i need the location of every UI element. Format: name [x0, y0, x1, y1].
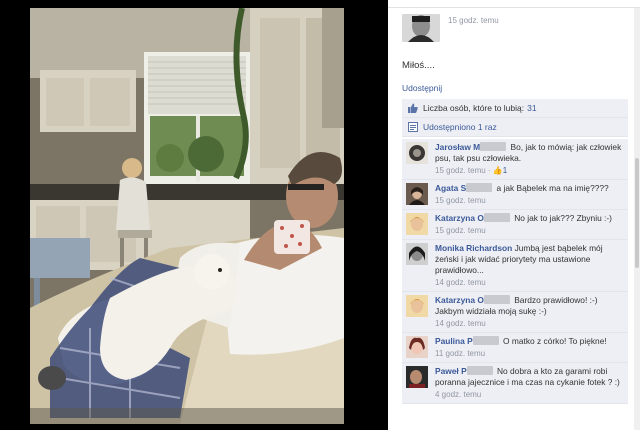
comment-author[interactable]: Katarzyna O [435, 213, 484, 223]
commenter-avatar[interactable] [406, 366, 428, 388]
comment-author[interactable]: Paulina P [435, 336, 473, 346]
likes-summary-row[interactable]: Liczba osób, które to lubią: 31 [402, 99, 628, 118]
comment-meta: 15 godz. temu · 👍1 [435, 166, 508, 175]
comment-item: Katarzyna O No jak to jak??? Zbyniu :-) … [402, 210, 628, 240]
comment-text: No jak to jak??? Zbyniu :-) [514, 213, 612, 223]
redacted-name [483, 295, 510, 304]
share-icon [408, 122, 418, 132]
comment-author[interactable]: Paweł P [435, 366, 467, 376]
shares-link[interactable]: Udostępniono 1 raz [423, 122, 497, 132]
comment-author[interactable]: Katarzyna O [435, 295, 484, 305]
comment-text: a jak Bąbelek ma na imię???? [496, 183, 609, 193]
comment-time[interactable]: 15 godz. temu [435, 166, 486, 175]
thumbs-up-icon [408, 103, 418, 113]
comment-item: Paulina P O matko z córko! To piękne! 11… [402, 333, 628, 363]
comment-item: Paweł P No dobra a kto za garami robi po… [402, 363, 628, 404]
redacted-name [466, 183, 493, 192]
comment-time[interactable]: 4 godz. temu [435, 390, 481, 399]
comment-time[interactable]: 15 godz. temu [435, 226, 486, 235]
commenter-avatar[interactable] [406, 183, 428, 205]
redacted-name [480, 142, 507, 151]
shares-summary-row[interactable]: Udostępniono 1 raz [402, 118, 628, 137]
commenter-avatar[interactable] [406, 336, 428, 358]
panel-scrollbar[interactable] [634, 8, 640, 430]
comment-author[interactable]: Agata S [435, 183, 466, 193]
owner-post-time[interactable]: 15 godz. temu [448, 16, 499, 25]
owner-avatar[interactable] [402, 14, 440, 42]
commenter-avatar[interactable] [406, 213, 428, 235]
post-caption: Miłoś.... [402, 60, 435, 71]
post-photo[interactable] [30, 8, 344, 424]
comment-time[interactable]: 14 godz. temu [435, 278, 486, 287]
ufi-summary: Liczba osób, które to lubią: 31 Udostępn… [402, 99, 628, 137]
comment-meta: 15 godz. temu [435, 195, 623, 206]
comment-meta: 4 godz. temu [435, 389, 623, 400]
comment-item: Monika Richardson Jumbą jest bąbelek mój… [402, 240, 628, 292]
comment-like-count[interactable]: 1 [503, 166, 507, 175]
likes-count[interactable]: 31 [527, 103, 536, 113]
commenter-avatar[interactable] [406, 295, 428, 317]
comment-text: O matko z córko! To piękne! [503, 336, 607, 346]
comment-meta: 14 godz. temu [435, 318, 623, 329]
commenter-avatar[interactable] [406, 243, 428, 265]
panel-top-divider [388, 0, 640, 8]
scrollbar-thumb[interactable] [635, 158, 639, 268]
post-owner: 15 godz. temu [402, 14, 499, 42]
comment-meta: 15 godz. temu [435, 225, 623, 236]
comment-item: Agata S a jak Bąbelek ma na imię???? 15 … [402, 180, 628, 210]
like-icon[interactable]: 👍 [493, 166, 503, 175]
redacted-name [466, 366, 493, 375]
likes-label: Liczba osób, które to lubią: [423, 103, 525, 113]
comment-author[interactable]: Monika Richardson [435, 243, 512, 253]
redacted-name [472, 336, 499, 345]
comment-meta: 14 godz. temu [435, 277, 623, 288]
comment-list: Jarosław M Bo, jak to mówią: jak człowie… [402, 139, 628, 404]
post-side-panel: 15 godz. temu Miłoś.... Udostępnij Liczb… [388, 0, 640, 430]
comment-author[interactable]: Jarosław M [435, 142, 480, 152]
comment-time[interactable]: 15 godz. temu [435, 196, 486, 205]
comment-item: Katarzyna O Bardzo prawidłowo! :-) Jakby… [402, 292, 628, 333]
comment-time[interactable]: 11 godz. temu [435, 349, 485, 358]
comment-time[interactable]: 14 godz. temu [435, 319, 486, 328]
share-link[interactable]: Udostępnij [402, 83, 442, 93]
commenter-avatar[interactable] [406, 142, 428, 164]
comment-meta: 11 godz. temu [435, 348, 623, 359]
redacted-name [483, 213, 510, 222]
comment-item: Jarosław M Bo, jak to mówią: jak człowie… [402, 139, 628, 180]
